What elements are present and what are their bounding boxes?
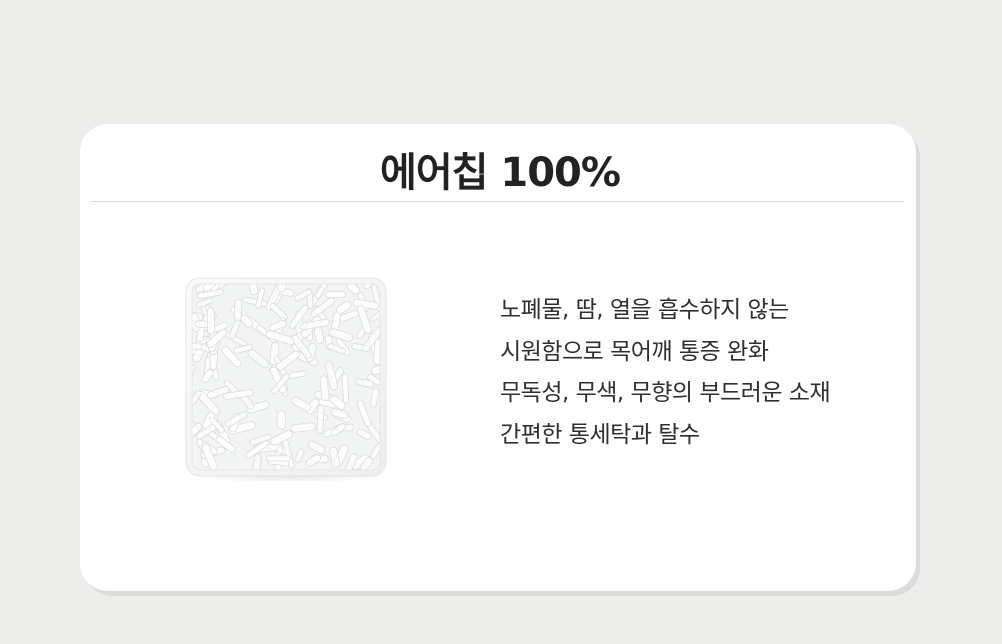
title-divider <box>91 201 904 202</box>
feature-item: 무독성, 무색, 무향의 부드러운 소재 <box>500 380 831 406</box>
feature-item: 간편한 통세탁과 탈수 <box>500 421 700 448</box>
feature-item: 노폐물, 땀, 열을 흡수하지 않는 <box>500 297 789 323</box>
air-chip-tray-image <box>184 276 389 484</box>
product-title: 에어칩 100% <box>380 150 621 196</box>
feature-list: 노폐물, 땀, 열을 흡수하지 않는 시원함으로 목어깨 통증 완화 무독성, … <box>500 290 831 456</box>
feature-item: 시원함으로 목어깨 통증 완화 <box>500 338 769 365</box>
